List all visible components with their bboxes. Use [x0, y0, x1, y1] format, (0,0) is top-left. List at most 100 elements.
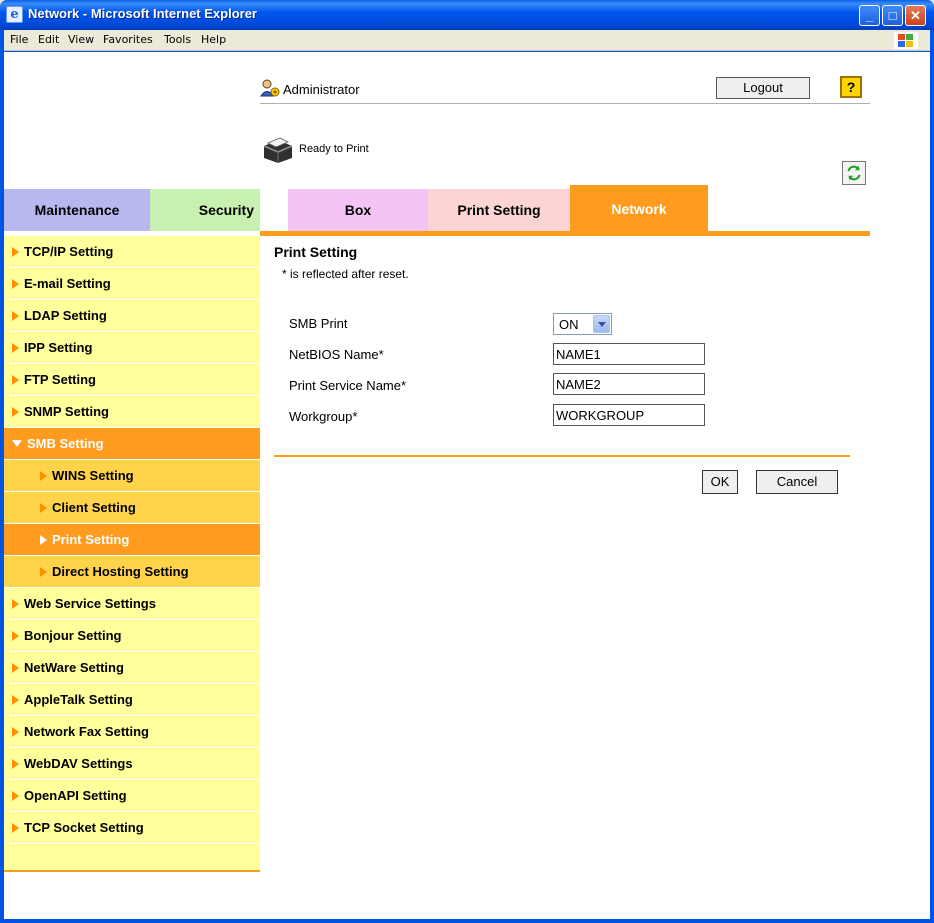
- sidebar-item-label: Print Setting: [52, 532, 130, 547]
- sidebar-item-ipp-setting[interactable]: IPP Setting: [4, 332, 260, 364]
- title-bar: e Network - Microsoft Internet Explorer …: [0, 0, 934, 30]
- page-content: Administrator Logout ? Ready to Print Ma…: [4, 52, 930, 919]
- arrow-right-icon: [12, 695, 19, 705]
- sidebar-item-label: Direct Hosting Setting: [52, 564, 189, 579]
- smb-print-select[interactable]: ON: [553, 313, 612, 335]
- sidebar-item-email-setting[interactable]: E-mail Setting: [4, 268, 260, 300]
- workgroup-input[interactable]: [553, 404, 705, 426]
- arrow-right-icon: [12, 311, 19, 321]
- maximize-button[interactable]: □: [882, 5, 903, 26]
- arrow-right-icon: [12, 375, 19, 385]
- sidebar-item-label: Network Fax Setting: [24, 724, 149, 739]
- sidebar-item-appletalk-setting[interactable]: AppleTalk Setting: [4, 684, 260, 716]
- window-title: Network - Microsoft Internet Explorer: [28, 6, 257, 21]
- sidebar-item-ftp-setting[interactable]: FTP Setting: [4, 364, 260, 396]
- sidebar-item-label: TCP/IP Setting: [24, 244, 114, 259]
- sidebar-item-ldap-setting[interactable]: LDAP Setting: [4, 300, 260, 332]
- close-button[interactable]: ✕: [905, 5, 926, 26]
- sidebar-item-label: Web Service Settings: [24, 596, 156, 611]
- sidebar-item-snmp-setting[interactable]: SNMP Setting: [4, 396, 260, 428]
- print-service-name-input[interactable]: [553, 373, 705, 395]
- arrow-right-icon: [12, 599, 19, 609]
- sidebar-item-smb-setting[interactable]: SMB Setting: [4, 428, 260, 460]
- arrow-right-icon: [12, 727, 19, 737]
- netbios-name-label: NetBIOS Name*: [289, 347, 384, 362]
- menu-edit[interactable]: Edit: [38, 33, 59, 46]
- sidebar-item-label: SNMP Setting: [24, 404, 109, 419]
- sidebar-item-label: E-mail Setting: [24, 276, 111, 291]
- chevron-down-icon[interactable]: [593, 315, 610, 333]
- tab-print-setting[interactable]: Print Setting: [428, 189, 570, 231]
- windows-logo-icon: [894, 32, 918, 49]
- sidebar-subitem-print-setting[interactable]: Print Setting: [4, 524, 260, 556]
- menu-file[interactable]: File: [10, 33, 28, 46]
- ok-button[interactable]: OK: [702, 470, 738, 494]
- arrow-down-icon: [12, 440, 22, 447]
- sidebar-item-bonjour-setting[interactable]: Bonjour Setting: [4, 620, 260, 652]
- tab-underline: [260, 231, 870, 236]
- arrow-right-icon: [12, 663, 19, 673]
- ie-icon: e: [6, 6, 23, 23]
- sidebar-subitem-wins-setting[interactable]: WINS Setting: [4, 460, 260, 492]
- print-service-name-label: Print Service Name*: [289, 378, 407, 393]
- sidebar-item-label: OpenAPI Setting: [24, 788, 127, 803]
- sidebar-item-label: FTP Setting: [24, 372, 96, 387]
- sidebar-item-openapi-setting[interactable]: OpenAPI Setting: [4, 780, 260, 812]
- minimize-button[interactable]: _: [859, 5, 880, 26]
- cancel-button[interactable]: Cancel: [756, 470, 838, 494]
- sidebar-item-netware-setting[interactable]: NetWare Setting: [4, 652, 260, 684]
- tab-security[interactable]: Security: [150, 189, 260, 231]
- menu-bar: File Edit View Favorites Tools Help: [4, 30, 930, 51]
- menu-help[interactable]: Help: [201, 33, 226, 46]
- logout-button[interactable]: Logout: [716, 77, 810, 99]
- arrow-right-icon: [40, 535, 47, 545]
- arrow-right-icon: [12, 407, 19, 417]
- arrow-right-icon: [12, 279, 19, 289]
- sidebar-item-network-fax-setting[interactable]: Network Fax Setting: [4, 716, 260, 748]
- help-button[interactable]: ?: [840, 76, 862, 98]
- arrow-right-icon: [12, 343, 19, 353]
- arrow-right-icon: [12, 823, 19, 833]
- arrow-right-icon: [12, 759, 19, 769]
- sidebar-item-tcpip-setting[interactable]: TCP/IP Setting: [4, 236, 260, 268]
- tab-box[interactable]: Box: [288, 189, 428, 231]
- arrow-right-icon: [40, 471, 47, 481]
- tab-network[interactable]: Network: [570, 185, 708, 231]
- sidebar-item-web-service-settings[interactable]: Web Service Settings: [4, 588, 260, 620]
- printer-icon: [263, 137, 293, 163]
- sidebar-item-label: LDAP Setting: [24, 308, 107, 323]
- sidebar-item-label: AppleTalk Setting: [24, 692, 133, 707]
- form-divider: [274, 455, 850, 457]
- sidebar-item-label: WINS Setting: [52, 468, 134, 483]
- sidebar-bottom-divider: [4, 844, 260, 872]
- sidebar-item-label: SMB Setting: [27, 436, 104, 451]
- arrow-right-icon: [40, 503, 47, 513]
- menu-tools[interactable]: Tools: [164, 33, 191, 46]
- menu-favorites[interactable]: Favorites: [103, 33, 153, 46]
- workgroup-label: Workgroup*: [289, 409, 358, 424]
- arrow-right-icon: [12, 247, 19, 257]
- smb-print-value: ON: [559, 317, 579, 332]
- sidebar-item-tcp-socket-setting[interactable]: TCP Socket Setting: [4, 812, 260, 844]
- reset-note: * is reflected after reset.: [282, 267, 409, 281]
- sidebar-item-label: WebDAV Settings: [24, 756, 133, 771]
- sidebar-item-label: NetWare Setting: [24, 660, 124, 675]
- administrator-icon: [260, 79, 280, 97]
- browser-window: e Network - Microsoft Internet Explorer …: [0, 0, 934, 923]
- device-status: Ready to Print: [299, 143, 369, 155]
- netbios-name-input[interactable]: [553, 343, 705, 365]
- sidebar-subitem-direct-hosting-setting[interactable]: Direct Hosting Setting: [4, 556, 260, 588]
- sidebar-menu: TCP/IP Setting E-mail Setting LDAP Setti…: [4, 236, 260, 872]
- sidebar-item-label: TCP Socket Setting: [24, 820, 144, 835]
- sidebar-subitem-client-setting[interactable]: Client Setting: [4, 492, 260, 524]
- arrow-right-icon: [12, 791, 19, 801]
- tab-maintenance[interactable]: Maintenance: [4, 189, 150, 231]
- arrow-right-icon: [40, 567, 47, 577]
- menu-view[interactable]: View: [68, 33, 94, 46]
- sidebar-item-label: IPP Setting: [24, 340, 93, 355]
- header-divider: [260, 103, 870, 104]
- refresh-icon[interactable]: [842, 161, 866, 185]
- sidebar-item-webdav-settings[interactable]: WebDAV Settings: [4, 748, 260, 780]
- smb-print-label: SMB Print: [289, 316, 348, 331]
- sidebar-item-label: Bonjour Setting: [24, 628, 122, 643]
